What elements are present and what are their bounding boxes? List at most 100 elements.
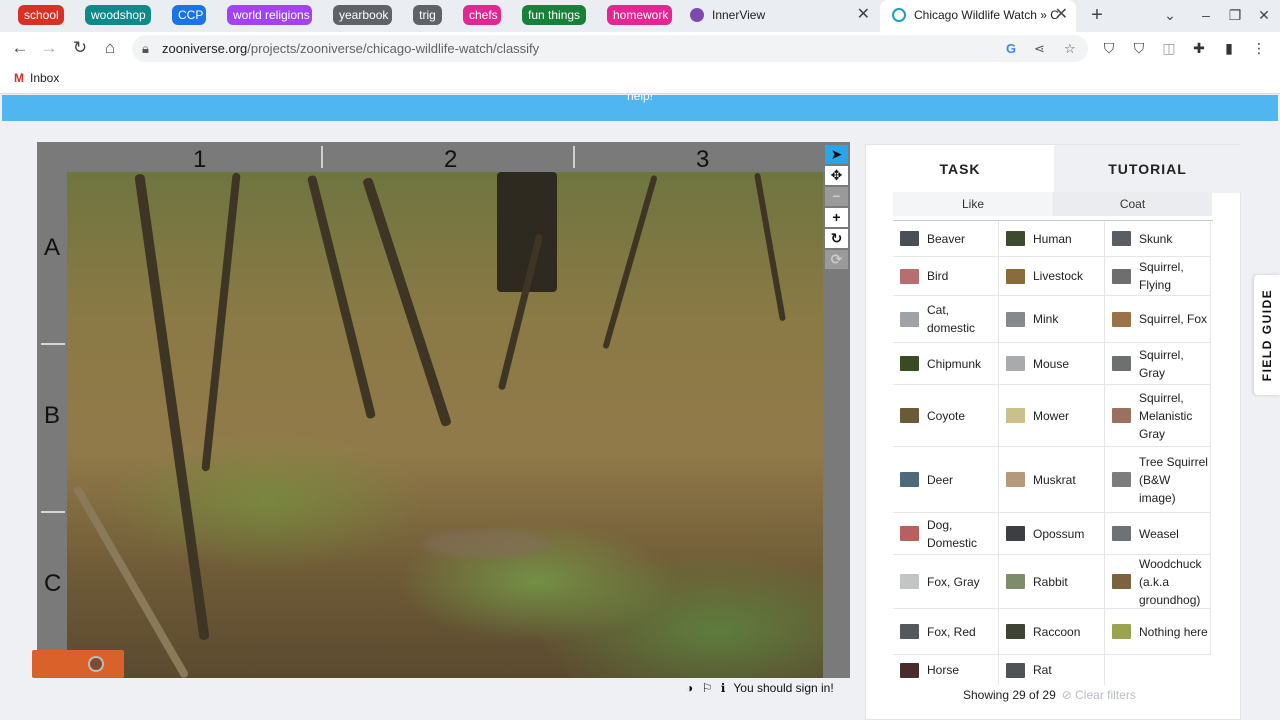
species-thumbnail <box>900 356 919 371</box>
tab-group-trig[interactable]: trig <box>413 5 442 25</box>
rotate-icon[interactable]: ↻ <box>825 229 848 248</box>
species-choice[interactable]: Human <box>999 221 1105 257</box>
species-choice[interactable]: Skunk <box>1105 221 1211 257</box>
species-choice[interactable]: Beaver <box>893 221 999 257</box>
lock-icon[interactable]: 🔒︎ <box>142 35 149 62</box>
grid-divider <box>321 146 323 168</box>
tab-group-yearbook[interactable]: yearbook <box>333 5 392 25</box>
home-button[interactable]: ⌂ <box>98 36 122 60</box>
sign-in-notice[interactable]: You should sign in! <box>733 681 833 695</box>
species-choice[interactable]: Squirrel, Flying <box>1105 257 1211 296</box>
minimize-button[interactable]: – <box>1192 0 1220 32</box>
species-choice[interactable]: Livestock <box>999 257 1105 296</box>
innerview-favicon-icon <box>690 8 704 22</box>
clear-filters-button[interactable]: ⊘ Clear filters <box>1062 688 1136 702</box>
field-guide-label: FIELD GUIDE <box>1260 288 1274 382</box>
tab-tutorial[interactable]: TUTORIAL <box>1054 145 1241 193</box>
species-choice[interactable]: Rabbit <box>999 555 1105 609</box>
pan-tool-icon[interactable]: ✥ <box>825 166 848 185</box>
species-name: Rabbit <box>1033 574 1068 589</box>
info-icon[interactable]: ℹ <box>721 681 726 695</box>
grid-row-label: A <box>44 234 61 261</box>
reset-icon[interactable]: ⟳ <box>825 250 848 269</box>
species-thumbnail <box>1112 624 1131 639</box>
back-button[interactable]: ← <box>8 36 32 60</box>
species-choice[interactable]: Woodchuck (a.k.a groundhog) <box>1105 555 1211 609</box>
close-icon[interactable]: ✕ <box>857 0 870 30</box>
species-choice[interactable]: Weasel <box>1105 513 1211 555</box>
species-choice[interactable]: Squirrel, Fox <box>1105 296 1211 343</box>
tab-search-chevron-icon[interactable]: ⌄ <box>1156 0 1184 32</box>
bookmark-inbox[interactable]: M Inbox <box>14 71 59 85</box>
zoom-in-icon[interactable]: + <box>825 208 848 227</box>
species-choice[interactable]: Fox, Red <box>893 609 999 655</box>
species-choice[interactable]: Dog, Domestic <box>893 513 999 555</box>
tab-task[interactable]: TASK <box>866 145 1054 193</box>
species-choice[interactable]: Mower <box>999 385 1105 447</box>
species-choice[interactable]: Opossum <box>999 513 1105 555</box>
field-guide-button[interactable]: FIELD GUIDE <box>1254 275 1280 395</box>
grid-column-label: 1 <box>193 146 207 173</box>
filter-like-button[interactable]: Like <box>893 192 1053 216</box>
species-name: Livestock <box>1033 269 1084 283</box>
species-choice[interactable]: Raccoon <box>999 609 1105 655</box>
puzzle-extensions-icon[interactable]: ✚ <box>1189 38 1209 58</box>
sidebar-toggle-icon[interactable]: ▮ <box>1219 38 1239 58</box>
species-choice[interactable]: Mouse <box>999 343 1105 385</box>
species-choice[interactable]: Nothing here <box>1105 609 1211 655</box>
menu-kebab-icon[interactable]: ⋮ <box>1249 38 1269 58</box>
species-choice[interactable]: Cat, domestic <box>893 296 999 343</box>
extension-icon[interactable]: ◫ <box>1159 38 1179 58</box>
close-window-button[interactable]: ✕ <box>1250 0 1278 32</box>
species-thumbnail <box>1006 472 1025 487</box>
species-choice[interactable]: Squirrel, Melanistic Gray <box>1105 385 1211 447</box>
tab-group-ccp[interactable]: CCP <box>172 5 206 25</box>
reload-button[interactable]: ↻ <box>68 36 92 60</box>
species-choice[interactable]: Muskrat <box>999 447 1105 513</box>
zoom-out-icon[interactable]: − <box>825 187 848 206</box>
species-choice[interactable]: Chipmunk <box>893 343 999 385</box>
close-icon[interactable]: ✕ <box>1055 0 1068 30</box>
share-icon[interactable]: ⋖ <box>1034 35 1045 62</box>
results-count: Showing 29 of 29 ⊘ Clear filters <box>963 688 1136 702</box>
bookmark-star-icon[interactable]: ☆ <box>1064 35 1076 62</box>
species-thumbnail <box>1112 526 1131 541</box>
tab-group-homework[interactable]: homework <box>607 5 672 25</box>
new-tab-button[interactable]: + <box>1083 0 1111 32</box>
grid-divider <box>573 146 575 168</box>
google-icon[interactable]: G <box>1006 35 1016 62</box>
subject-viewer[interactable]: 1 2 3 A B C <box>37 142 823 678</box>
forward-button[interactable]: → <box>37 36 61 60</box>
species-choice[interactable]: Squirrel, Gray <box>1105 343 1211 385</box>
tab-group-fun-things[interactable]: fun things <box>522 5 586 25</box>
wildlife-camera-photo[interactable] <box>67 172 823 678</box>
filter-coat-button[interactable]: Coat <box>1053 192 1212 216</box>
species-choice[interactable]: Fox, Gray <box>893 555 999 609</box>
species-choice[interactable]: Deer <box>893 447 999 513</box>
invert-icon[interactable]: ◑ <box>686 681 693 695</box>
species-choice[interactable]: Coyote <box>893 385 999 447</box>
tab-group-chefs[interactable]: chefs <box>463 5 501 25</box>
species-choice[interactable]: Mink <box>999 296 1105 343</box>
address-bar[interactable]: 🔒︎ zooniverse.org/projects/zooniverse/ch… <box>132 35 1088 62</box>
species-choice[interactable]: Horse <box>893 655 999 685</box>
species-name: Squirrel, Fox <box>1139 312 1208 326</box>
species-choice[interactable]: Tree Squirrel (B&W image) <box>1105 447 1211 513</box>
tab-chicago-wildlife-watch[interactable]: Chicago Wildlife Watch » C ✕ <box>880 0 1076 32</box>
flag-icon[interactable]: ⚐ <box>702 681 713 695</box>
restore-button[interactable]: ❐ <box>1221 0 1249 32</box>
tab-group-school[interactable]: school <box>18 5 64 25</box>
tab-innerview[interactable]: InnerView ✕ <box>690 0 878 32</box>
gmail-icon: M <box>14 71 24 85</box>
species-choice[interactable]: Bird <box>893 257 999 296</box>
species-choice[interactable]: Rat <box>999 655 1105 685</box>
tab-group-world-religions[interactable]: world religions <box>227 5 312 25</box>
species-thumbnail <box>1006 231 1025 246</box>
species-thumbnail <box>900 231 919 246</box>
pointer-tool-icon[interactable]: ➤ <box>825 145 848 164</box>
brave-shield-icon[interactable]: ⛉ <box>1099 38 1119 58</box>
help-banner[interactable]: help! <box>2 95 1278 121</box>
shield-extension-icon[interactable]: ⛉ <box>1129 38 1149 58</box>
tab-group-woodshop[interactable]: woodshop <box>85 5 151 25</box>
tab-title: InnerView <box>712 8 766 22</box>
